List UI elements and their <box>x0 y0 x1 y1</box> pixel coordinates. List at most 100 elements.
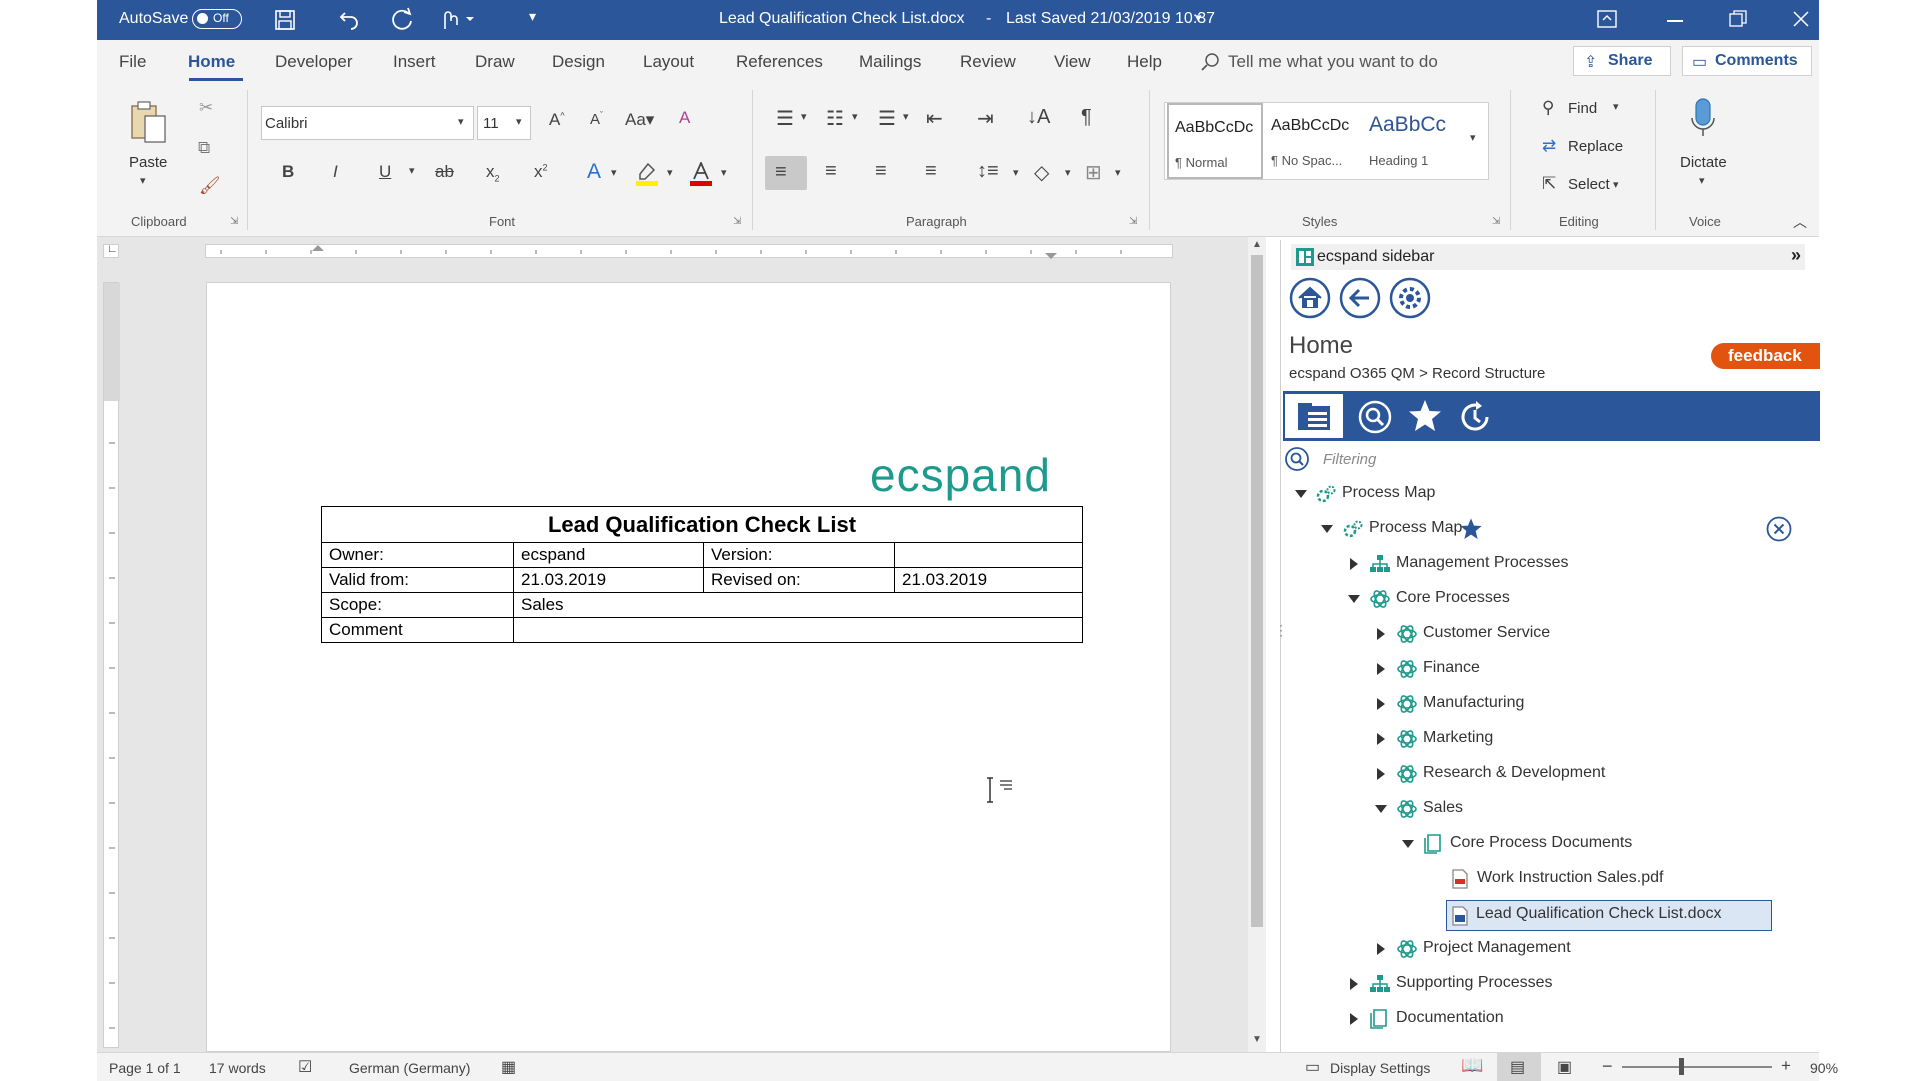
tab-references[interactable]: References <box>736 52 823 72</box>
undo-icon[interactable] <box>337 7 361 31</box>
tab-insert[interactable]: Insert <box>393 52 436 72</box>
home-icon[interactable] <box>1289 277 1331 319</box>
touch-mode-icon[interactable] <box>439 7 479 31</box>
collapse-icon[interactable] <box>1348 595 1360 603</box>
display-settings-icon[interactable]: ▭ <box>1305 1057 1320 1077</box>
tree-item-process-map[interactable]: Process Map <box>1281 515 1811 543</box>
multilevel-list-icon[interactable]: ☰ <box>878 106 896 131</box>
collapse-icon[interactable] <box>1402 840 1414 848</box>
tree-item-documentation[interactable]: Documentation <box>1281 1005 1811 1033</box>
borders-icon[interactable]: ⊞ <box>1085 160 1102 185</box>
numbering-icon[interactable]: ☷ <box>826 106 844 131</box>
valid-from-value[interactable]: 21.03.2019 <box>513 567 704 593</box>
font-launcher-icon[interactable]: ⇲ <box>733 216 741 227</box>
font-color-dropdown-icon[interactable]: ▾ <box>721 166 727 179</box>
underline-icon[interactable]: U <box>379 162 391 182</box>
horizontal-ruler[interactable] <box>205 244 1173 259</box>
tab-home[interactable]: Home <box>188 52 235 72</box>
restore-icon[interactable] <box>1729 10 1747 28</box>
close-icon[interactable] <box>1792 10 1810 28</box>
comment-label[interactable]: Comment <box>321 617 514 643</box>
clipboard-launcher-icon[interactable]: ⇲ <box>230 216 238 227</box>
collapse-ribbon-icon[interactable]: ︿ <box>1793 212 1807 232</box>
styles-launcher-icon[interactable]: ⇲ <box>1492 216 1500 227</box>
settings-gear-icon[interactable] <box>1389 277 1431 319</box>
align-right-icon[interactable]: ≡ <box>875 160 887 183</box>
checklist-title[interactable]: Lead Qualification Check List <box>321 506 1083 543</box>
tree-item-project-management[interactable]: Project Management <box>1281 935 1811 963</box>
tree-item-lead-qualification-checklist[interactable]: Lead Qualification Check List.docx <box>1446 900 1772 931</box>
comments-button[interactable]: ▭ Comments <box>1682 46 1812 76</box>
align-center-icon[interactable]: ≡ <box>825 160 837 183</box>
customize-qat-icon[interactable]: ▾ <box>529 8 536 25</box>
close-circle-icon[interactable] <box>1766 516 1792 542</box>
expand-icon[interactable] <box>1377 943 1385 955</box>
macro-icon[interactable]: ▦ <box>501 1057 516 1077</box>
tree-item-process-map-root[interactable]: Process Map <box>1281 480 1811 508</box>
zoom-out-icon[interactable]: − <box>1602 1056 1613 1077</box>
tab-file[interactable]: File <box>119 52 146 72</box>
replace-label[interactable]: Replace <box>1568 138 1623 155</box>
breadcrumb[interactable]: ecspand O365 QM > Record Structure <box>1289 365 1545 382</box>
chevron-down-icon[interactable]: ▾ <box>1195 10 1202 26</box>
version-value[interactable] <box>894 542 1083 568</box>
shading-dropdown-icon[interactable]: ▾ <box>1065 166 1071 179</box>
microphone-icon[interactable] <box>1690 98 1716 138</box>
select-icon[interactable]: ⇱ <box>1542 174 1556 194</box>
tree-item-supporting-processes[interactable]: Supporting Processes <box>1281 970 1811 998</box>
scope-label[interactable]: Scope: <box>321 592 514 618</box>
print-layout-button[interactable]: ▤ <box>1497 1053 1541 1081</box>
expand-icon[interactable] <box>1350 558 1358 570</box>
redo-icon[interactable] <box>389 7 415 33</box>
vertical-ruler[interactable] <box>103 282 120 1048</box>
version-label[interactable]: Version: <box>703 542 895 568</box>
highlight-icon[interactable] <box>636 162 658 186</box>
tree-item-core-process-documents[interactable]: Core Process Documents <box>1281 830 1811 858</box>
save-icon[interactable] <box>273 8 297 32</box>
text-effects-dropdown-icon[interactable]: ▾ <box>611 166 617 179</box>
history-icon[interactable] <box>1457 399 1493 435</box>
tree-item-finance[interactable]: Finance <box>1281 655 1811 683</box>
clear-formatting-icon[interactable]: A <box>679 108 690 128</box>
expand-icon[interactable] <box>1350 978 1358 990</box>
tab-mailings[interactable]: Mailings <box>859 52 921 72</box>
ribbon-display-icon[interactable] <box>1597 10 1617 28</box>
revised-on-label[interactable]: Revised on: <box>703 567 895 593</box>
show-formatting-icon[interactable]: ¶ <box>1081 106 1092 129</box>
subscript-icon[interactable]: x2 <box>486 162 500 183</box>
tree-item-marketing[interactable]: Marketing <box>1281 725 1811 753</box>
style-heading-1[interactable]: AaBbCc Heading 1 <box>1363 103 1461 179</box>
last-saved-label[interactable]: Last Saved 21/03/2019 10:37 <box>1006 10 1215 28</box>
paste-icon[interactable] <box>129 100 169 144</box>
zoom-slider[interactable] <box>1622 1066 1772 1068</box>
display-settings-label[interactable]: Display Settings <box>1330 1060 1430 1076</box>
minimize-icon[interactable] <box>1667 20 1683 22</box>
tree-item-work-instruction-sales[interactable]: Work Instruction Sales.pdf <box>1281 865 1811 893</box>
shading-icon[interactable]: ◇ <box>1034 160 1049 185</box>
lightbulb-search-icon[interactable] <box>1200 52 1220 72</box>
search-icon[interactable] <box>1358 400 1392 434</box>
expand-icon[interactable] <box>1377 628 1385 640</box>
scope-value[interactable]: Sales <box>513 592 1083 618</box>
font-size-box[interactable]: 11 ▾ <box>477 106 531 140</box>
decrease-indent-icon[interactable]: ⇤ <box>926 106 943 131</box>
record-structure-tab[interactable] <box>1285 394 1343 438</box>
paste-dropdown-icon[interactable]: ▾ <box>140 174 146 187</box>
find-label[interactable]: Find <box>1568 100 1597 117</box>
align-left-button[interactable]: ≡ <box>765 156 807 190</box>
line-spacing-dropdown-icon[interactable]: ▾ <box>1013 166 1019 179</box>
font-name-box[interactable]: Calibri ▾ <box>261 106 474 140</box>
owner-value[interactable]: ecspand <box>513 542 704 568</box>
copy-icon[interactable]: ⧉ <box>198 138 210 158</box>
style-normal[interactable]: AaBbCcDc ¶ Normal <box>1167 103 1263 179</box>
increase-indent-icon[interactable]: ⇥ <box>977 106 994 131</box>
strikethrough-icon[interactable]: ab <box>435 162 454 182</box>
tree-item-manufacturing[interactable]: Manufacturing <box>1281 690 1811 718</box>
change-case-icon[interactable]: Aa▾ <box>625 110 654 130</box>
owner-label[interactable]: Owner: <box>321 542 514 568</box>
paragraph-launcher-icon[interactable]: ⇲ <box>1129 216 1137 227</box>
find-dropdown-icon[interactable]: ▾ <box>1613 100 1619 113</box>
tree-item-research-development[interactable]: Research & Development <box>1281 760 1811 788</box>
italic-icon[interactable]: I <box>333 162 338 182</box>
document-page[interactable] <box>206 282 1171 1052</box>
